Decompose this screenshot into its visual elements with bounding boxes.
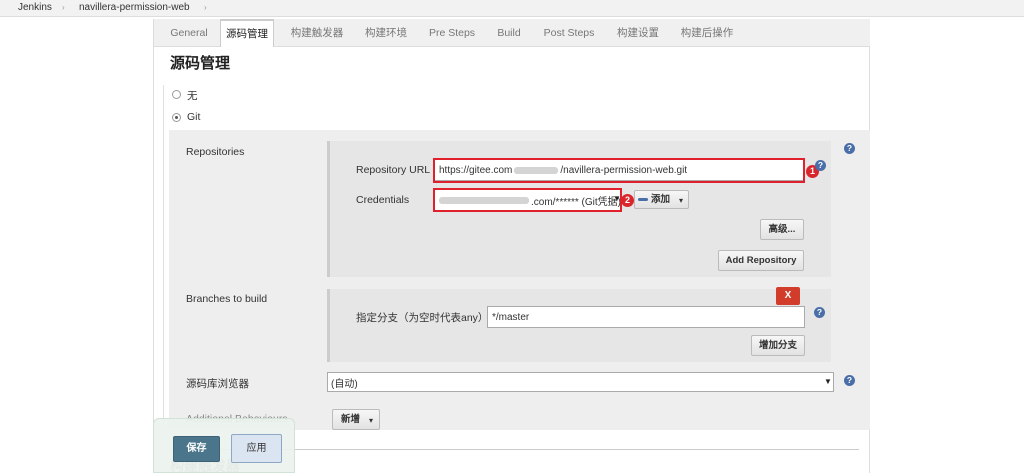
highlight-box-2 [433, 188, 622, 212]
scm-none-radio[interactable] [172, 90, 181, 99]
tab-general[interactable]: General [164, 19, 214, 47]
repository-browser-value: (自动) [331, 378, 358, 390]
config-panel: General 源码管理 构建触发器 构建环境 Pre Steps Build … [153, 19, 870, 474]
branch-specifier-input[interactable]: */master [487, 306, 805, 328]
tab-post-build-actions[interactable]: 构建后操作 [676, 19, 738, 47]
repository-browser-help-icon[interactable]: ? [844, 375, 855, 386]
key-icon [638, 198, 648, 201]
tab-scm[interactable]: 源码管理 [220, 19, 274, 47]
section-divider [163, 85, 164, 430]
branch-specifier-help-icon[interactable]: ? [814, 307, 825, 318]
tab-build-environment[interactable]: 构建环境 [360, 19, 412, 47]
scm-git-label: Git [187, 111, 201, 123]
breadcrumb-project[interactable]: navillera-permission-web [79, 2, 190, 13]
apply-button[interactable]: 应用 [231, 434, 282, 463]
section-title: 源码管理 [170, 55, 231, 72]
advanced-button[interactable]: 高级... [760, 219, 804, 240]
breadcrumb-separator: › [62, 3, 65, 12]
repositories-help-icon[interactable]: ? [844, 143, 855, 154]
scm-none-label: 无 [187, 90, 198, 102]
repository-url-help-icon[interactable]: ? [815, 160, 826, 171]
breadcrumb-separator: › [204, 3, 207, 12]
breadcrumb: Jenkins › navillera-permission-web › [0, 0, 1024, 17]
add-credentials-button[interactable]: 添加 ▾ [634, 190, 689, 209]
bottom-action-bar: 保存 应用 [153, 418, 295, 473]
repository-browser-select[interactable]: (自动) [327, 372, 834, 392]
breadcrumb-jenkins[interactable]: Jenkins [18, 2, 52, 13]
tab-build-settings[interactable]: 构建设置 [612, 19, 664, 47]
tab-build-triggers[interactable]: 构建触发器 [286, 19, 348, 47]
add-behaviour-button[interactable]: 新增 ▾ [332, 409, 380, 430]
repository-browser-dropdown-icon: ▼ [824, 377, 832, 386]
delete-branch-button[interactable]: X [776, 287, 800, 305]
add-branch-button[interactable]: 增加分支 [751, 335, 805, 356]
repository-url-label: Repository URL [356, 164, 431, 176]
add-repository-button[interactable]: Add Repository [718, 250, 804, 271]
save-button[interactable]: 保存 [173, 436, 220, 462]
highlight-box-1 [433, 158, 805, 183]
tab-build[interactable]: Build [492, 19, 526, 47]
credentials-label: Credentials [356, 194, 410, 206]
repositories-label: Repositories [186, 146, 245, 158]
branches-label: Branches to build [186, 293, 268, 305]
tab-pre-steps[interactable]: Pre Steps [424, 19, 480, 47]
config-tabs: General 源码管理 构建触发器 构建环境 Pre Steps Build … [154, 19, 870, 47]
annotation-badge-2: 2 [621, 194, 634, 207]
repository-browser-label: 源码库浏览器 [186, 378, 249, 390]
tab-post-steps[interactable]: Post Steps [538, 19, 600, 47]
chevron-down-icon: ▾ [679, 196, 684, 205]
scm-git-radio[interactable] [172, 113, 181, 122]
add-behaviour-label: 新增 [341, 414, 361, 425]
add-credentials-label: 添加 [651, 194, 671, 205]
chevron-down-icon: ▾ [369, 416, 374, 425]
branch-specifier-label: 指定分支（为空时代表any） [356, 312, 489, 324]
